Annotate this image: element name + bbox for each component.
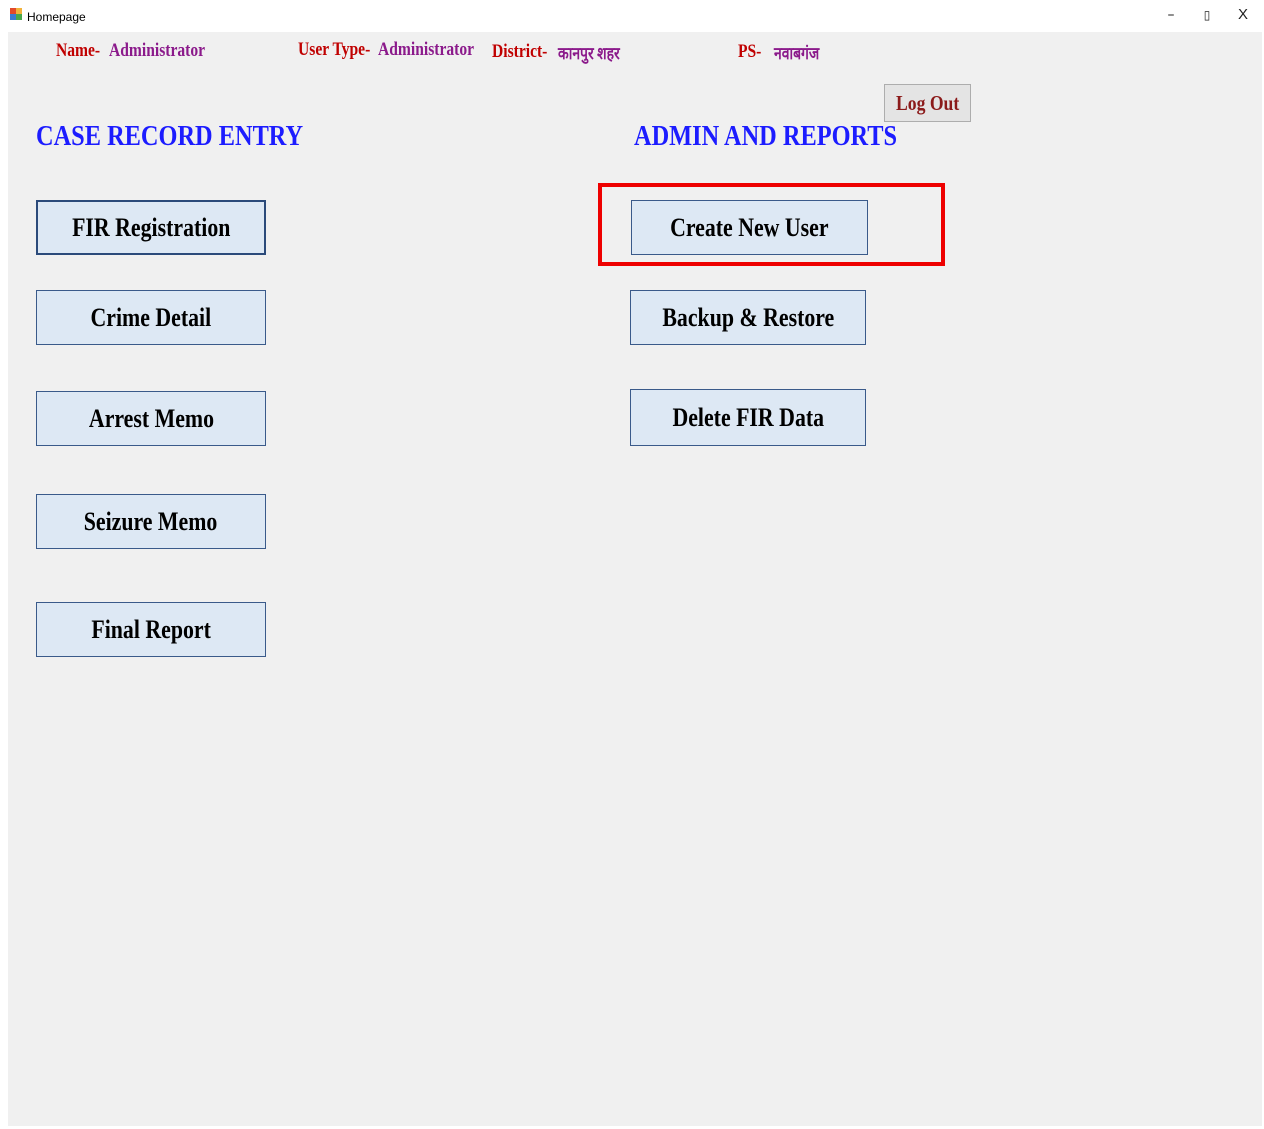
fir-registration-label: FIR Registration	[71, 212, 231, 242]
case-record-title: CASE RECORD ENTRY	[36, 120, 304, 152]
seizure-memo-button[interactable]: Seizure Memo	[36, 494, 266, 549]
arrest-memo-button[interactable]: Arrest Memo	[36, 391, 266, 446]
backup-restore-label: Backup & Restore	[662, 302, 834, 332]
final-report-button[interactable]: Final Report	[36, 602, 266, 657]
fir-registration-button[interactable]: FIR Registration	[36, 200, 266, 255]
arrest-memo-label: Arrest Memo	[88, 403, 214, 433]
admin-reports-title: ADMIN AND REPORTS	[634, 120, 898, 152]
seizure-memo-label: Seizure Memo	[84, 506, 218, 536]
minimize-button[interactable]: –	[1156, 4, 1186, 26]
logout-button[interactable]: Log Out	[884, 84, 971, 122]
main-panel: Name- Administrator User Type- Administr…	[8, 32, 1262, 1126]
crime-detail-label: Crime Detail	[90, 302, 212, 332]
close-button[interactable]: X	[1228, 4, 1258, 26]
ps-label: PS-	[738, 41, 762, 62]
user-type-label: User Type-	[298, 39, 371, 60]
name-value: Administrator	[109, 40, 206, 61]
create-new-user-label: Create New User	[670, 212, 829, 242]
create-new-user-button[interactable]: Create New User	[631, 200, 868, 255]
window-title: Homepage	[27, 10, 86, 24]
backup-restore-button[interactable]: Backup & Restore	[630, 290, 866, 345]
maximize-button[interactable]: ▯	[1192, 4, 1222, 26]
district-label: District-	[492, 41, 548, 62]
delete-fir-data-label: Delete FIR Data	[672, 402, 824, 432]
logout-label: Log Out	[895, 90, 960, 115]
crime-detail-button[interactable]: Crime Detail	[36, 290, 266, 345]
delete-fir-data-button[interactable]: Delete FIR Data	[630, 389, 866, 446]
app-icon	[10, 8, 22, 20]
user-type-value: Administrator	[378, 39, 475, 60]
name-label: Name-	[56, 40, 101, 61]
district-value: कानपुर शहर	[558, 44, 620, 63]
title-bar: Homepage – ▯ X	[0, 0, 1264, 32]
final-report-label: Final Report	[91, 614, 211, 644]
ps-value: नवाबगंज	[774, 44, 820, 63]
